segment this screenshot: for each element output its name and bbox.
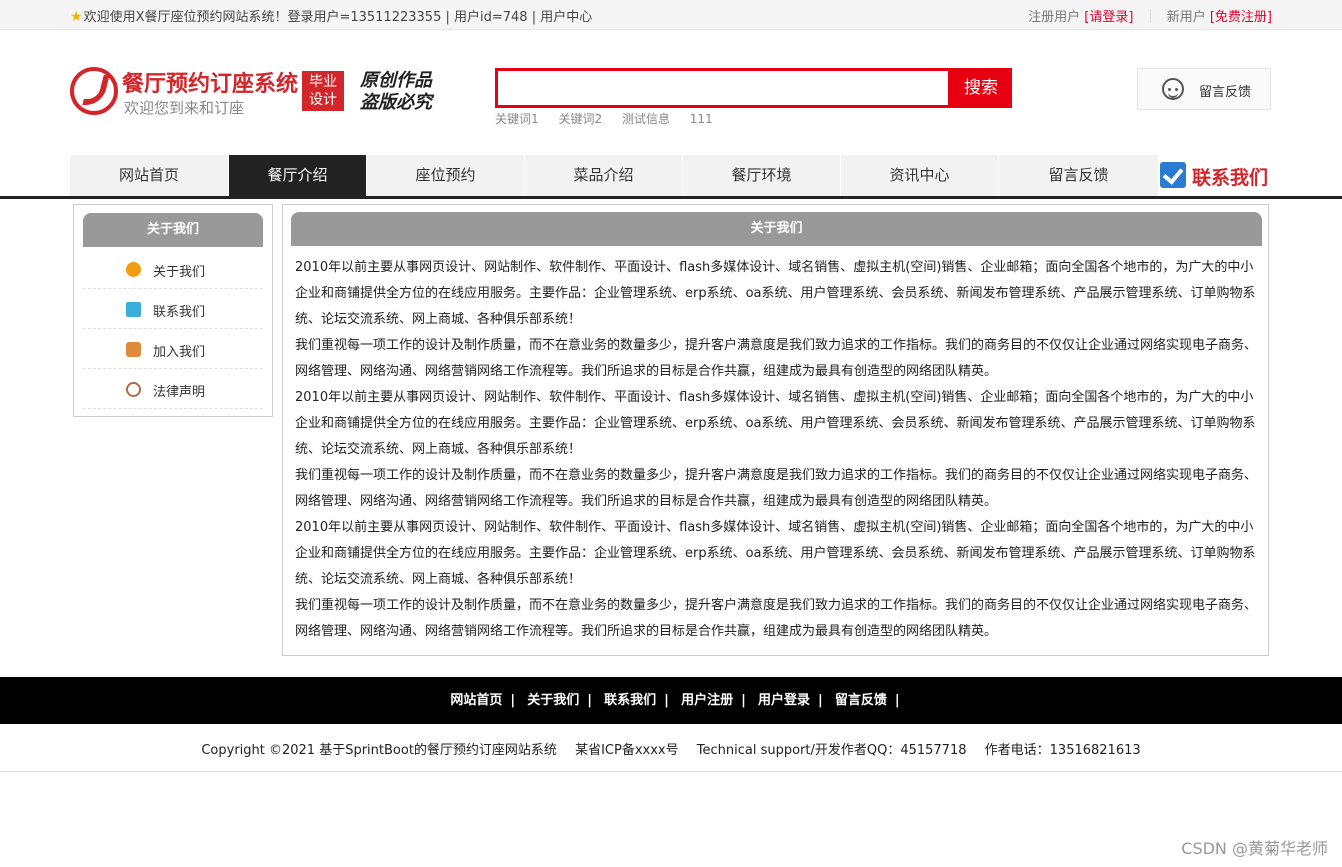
original-work-calligraphy: 原创作品 盗版必究 bbox=[360, 70, 432, 114]
register-link[interactable]: [免费注册] bbox=[1210, 10, 1272, 25]
sidebar: 关于我们 关于我们 联系我们 加入我们 法律声明 bbox=[73, 204, 273, 417]
sidebar-item-label: 加入我们 bbox=[153, 345, 206, 360]
customer-service-icon bbox=[1162, 78, 1184, 100]
content-panel: 关于我们 2010年以前主要从事网页设计、网站制作、软件制作、平面设计、flas… bbox=[282, 204, 1269, 656]
calligraphy-line-1: 原创作品 bbox=[360, 70, 432, 91]
badge-line-2: 设计 bbox=[309, 92, 337, 108]
lock-icon bbox=[126, 342, 141, 357]
icp-text: 某省ICP备xxxx号 bbox=[575, 743, 679, 758]
footer-link-contact[interactable]: 联系我们 bbox=[604, 693, 656, 708]
nav-item-dishes[interactable]: 菜品介绍 bbox=[525, 155, 683, 196]
sidebar-item-join[interactable]: 加入我们 bbox=[83, 329, 263, 369]
footer-separator: | bbox=[587, 693, 593, 708]
content-title: 关于我们 bbox=[291, 212, 1262, 246]
content-paragraph: 我们重视每一项工作的设计及制作质量，而不在意业务的数量多少，提升客户满意度是我们… bbox=[295, 468, 1258, 509]
nav-item-home[interactable]: 网站首页 bbox=[70, 155, 229, 196]
login-link[interactable]: [请登录] bbox=[1084, 10, 1133, 25]
divider bbox=[1149, 9, 1151, 23]
sidebar-item-label: 关于我们 bbox=[153, 265, 206, 280]
footer-link-register[interactable]: 用户注册 bbox=[681, 693, 733, 708]
new-user-label: 新用户 bbox=[1166, 10, 1206, 25]
content-paragraph: 我们重视每一项工作的设计及制作质量，而不在意业务的数量多少，提升客户满意度是我们… bbox=[295, 598, 1258, 639]
search-input[interactable] bbox=[495, 68, 951, 108]
contact-us-link[interactable]: 联系我们 bbox=[1160, 160, 1272, 192]
feedback-button[interactable]: 留言反馈 bbox=[1137, 68, 1271, 110]
nav-item-seat-booking[interactable]: 座位预约 bbox=[367, 155, 525, 196]
sidebar-item-legal[interactable]: 法律声明 bbox=[83, 369, 263, 409]
nav-item-news[interactable]: 资讯中心 bbox=[841, 155, 999, 196]
content-paragraph: 2010年以前主要从事网页设计、网站制作、软件制作、平面设计、flash多媒体设… bbox=[295, 390, 1256, 457]
sidebar-title: 关于我们 bbox=[83, 213, 263, 247]
copyright-bar: Copyright ©2021 基于SprintBoot的餐厅预约订座网站系统 … bbox=[0, 739, 1342, 758]
hot-keyword[interactable]: 关键词2 bbox=[558, 112, 602, 126]
account-links: 注册用户 [请登录] 新用户 [免费注册] bbox=[1028, 6, 1272, 25]
footer-separator: | bbox=[741, 693, 746, 708]
hot-keyword[interactable]: 测试信息 bbox=[622, 112, 670, 126]
welcome-area: ★欢迎使用X餐厅座位预约网站系统！登录用户=13511223355 | 用户id… bbox=[70, 6, 592, 25]
footer-nav: 网站首页 | 关于我们 | 联系我们 | 用户注册 | 用户登录 | 留言反馈 | bbox=[0, 677, 1342, 724]
footer-link-home[interactable]: 网站首页 bbox=[450, 693, 502, 708]
content-paragraph: 2010年以前主要从事网页设计、网站制作、软件制作、平面设计、flash多媒体设… bbox=[295, 520, 1256, 587]
star-icon: ★ bbox=[70, 9, 83, 25]
graduation-design-badge: 毕业 设计 bbox=[302, 71, 344, 111]
content-paragraph: 2010年以前主要从事网页设计、网站制作、软件制作、平面设计、flash多媒体设… bbox=[295, 260, 1256, 327]
csdn-watermark: CSDN @黄菊华老师 bbox=[1181, 839, 1328, 858]
checkmark-icon bbox=[1160, 162, 1186, 188]
feedback-label: 留言反馈 bbox=[1199, 85, 1252, 100]
logo-icon[interactable] bbox=[70, 67, 118, 115]
welcome-text: 欢迎使用X餐厅座位预约网站系统！登录用户=13511223355 | 用户id=… bbox=[83, 10, 541, 25]
circle-arrow-icon bbox=[126, 262, 141, 277]
power-icon bbox=[126, 382, 141, 397]
nav-divider bbox=[0, 196, 1342, 199]
hot-keyword[interactable]: 关键词1 bbox=[495, 112, 539, 126]
registered-user-label: 注册用户 bbox=[1028, 10, 1081, 25]
nav-item-environment[interactable]: 餐厅环境 bbox=[683, 155, 841, 196]
calligraphy-line-2: 盗版必究 bbox=[360, 92, 432, 113]
site-subtitle: 欢迎您到来和订座 bbox=[124, 99, 245, 117]
footer-link-login[interactable]: 用户登录 bbox=[758, 693, 810, 708]
support-text: Technical support/开发作者QQ：45157718 bbox=[696, 743, 967, 758]
sidebar-item-label: 法律声明 bbox=[153, 385, 206, 400]
nav-item-restaurant-intro[interactable]: 餐厅介绍 bbox=[229, 155, 367, 196]
footer-link-about[interactable]: 关于我们 bbox=[527, 693, 579, 708]
sidebar-item-about[interactable]: 关于我们 bbox=[83, 249, 263, 289]
hot-keywords: 关键词1 关键词2 测试信息 111 bbox=[495, 110, 729, 127]
nav-item-feedback[interactable]: 留言反馈 bbox=[999, 155, 1159, 196]
badge-line-1: 毕业 bbox=[309, 74, 337, 90]
footer-separator: | bbox=[817, 693, 823, 708]
main-nav: 网站首页 餐厅介绍 座位预约 菜品介绍 餐厅环境 资讯中心 留言反馈 bbox=[70, 155, 1160, 196]
phone-text: 作者电话：13516821613 bbox=[984, 743, 1141, 758]
site-title: 餐厅预约订座系统 bbox=[122, 72, 299, 97]
content-paragraph: 我们重视每一项工作的设计及制作质量，而不在意业务的数量多少，提升客户满意度是我们… bbox=[295, 338, 1258, 379]
footer-separator: | bbox=[664, 693, 669, 708]
sidebar-item-contact[interactable]: 联系我们 bbox=[83, 289, 263, 329]
hot-keyword[interactable]: 111 bbox=[690, 112, 713, 126]
footer-link-feedback[interactable]: 留言反馈 bbox=[835, 693, 887, 708]
search-button[interactable]: 搜索 bbox=[950, 68, 1012, 108]
footer-separator: | bbox=[894, 693, 900, 708]
contact-us-label: 联系我们 bbox=[1192, 167, 1269, 189]
top-bar: ★欢迎使用X餐厅座位预约网站系统！登录用户=13511223355 | 用户id… bbox=[0, 0, 1342, 30]
footer-divider bbox=[0, 771, 1342, 772]
copyright-text: Copyright ©2021 基于SprintBoot的餐厅预约订座网站系统 bbox=[201, 743, 557, 758]
clipboard-icon bbox=[126, 302, 141, 317]
footer-separator: | bbox=[510, 693, 516, 708]
content-body: 2010年以前主要从事网页设计、网站制作、软件制作、平面设计、flash多媒体设… bbox=[295, 255, 1260, 645]
sidebar-item-label: 联系我们 bbox=[153, 305, 206, 320]
user-center-link[interactable]: 用户中心 bbox=[540, 10, 592, 25]
